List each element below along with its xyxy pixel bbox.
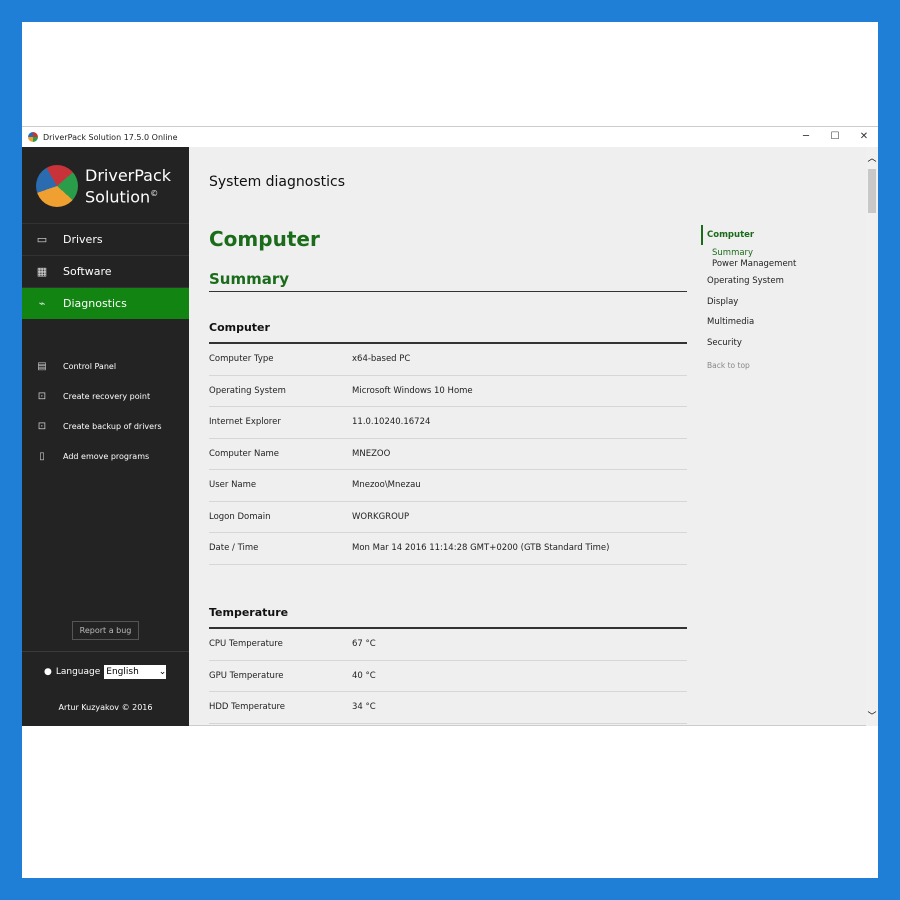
toc-display[interactable]: Display (707, 297, 738, 307)
scrollbar-thumb[interactable] (868, 169, 876, 213)
table-row: CPU Temperature 67 °C (209, 629, 687, 661)
row-value: Microsoft Windows 10 Home (352, 385, 473, 396)
grid-icon: ▦ (36, 265, 48, 278)
report-bug-button[interactable]: Report a bug (72, 621, 139, 640)
subsection-heading: Summary (209, 270, 687, 292)
toc-back-to-top[interactable]: Back to top (707, 361, 750, 370)
copyright: Artur Kuzyakov © 2016 (58, 703, 153, 712)
table-row: User Name Mnezoo\Mnezau (209, 470, 687, 502)
toc-computer[interactable]: Computer (707, 230, 754, 240)
language-row: ● Language English ⌄ (44, 665, 167, 679)
row-value: 40 °C (352, 670, 376, 681)
row-value: Mon Mar 14 2016 11:14:28 GMT+0200 (GTB S… (352, 543, 610, 554)
tool-label: Control Panel (63, 361, 117, 371)
nav-software[interactable]: ▦ Software (22, 255, 189, 287)
table-row: Computer Type x64-based PC (209, 344, 687, 376)
backup-icon: ⊡ (37, 420, 47, 432)
row-label: CPU Temperature (209, 639, 283, 650)
globe-icon: ● (44, 667, 52, 677)
table-row: Operating System Microsoft Windows 10 Hom… (209, 376, 687, 407)
language-label: Language (55, 667, 101, 677)
scroll-down-icon[interactable]: ﹀ (866, 709, 878, 722)
tool-control-panel[interactable]: ▤ Control Panel (22, 356, 189, 376)
tool-recovery-point[interactable]: ⊡ Create recovery point (22, 386, 189, 406)
row-value: 34 °C (352, 702, 376, 713)
window-title: DriverPack Solution 17.5.0 Online (43, 132, 178, 142)
sidebar: DriverPack Solution© ▭ Drivers ▦ Software ⌁… (22, 147, 189, 726)
table-row: Computer Name MNEZOO (209, 439, 687, 470)
clipboard-icon: ▯ (39, 450, 45, 462)
nav-label: Diagnostics (63, 297, 127, 310)
app-icon (28, 132, 38, 142)
row-label: Computer Name (209, 448, 280, 459)
table-row: GPU Temperature 40 °C (209, 661, 687, 692)
logo-text: DriverPack Solution© (85, 166, 172, 207)
row-value: MNEZOO (352, 448, 391, 459)
logo-icon (36, 165, 78, 207)
nav-drivers[interactable]: ▭ Drivers (22, 223, 189, 255)
row-label: User Name (209, 480, 257, 491)
nav-label: Drivers (63, 233, 103, 246)
row-value: 11.0.10240.16724 (352, 417, 431, 428)
language-select[interactable]: English ⌄ (104, 665, 167, 679)
row-label: Date / Time (209, 543, 259, 554)
toc-power-management[interactable]: Power Management (712, 259, 796, 269)
computer-table-title: Computer (209, 321, 687, 344)
row-value: WORKGROUP (352, 511, 410, 522)
row-value: x64-based PC (352, 354, 411, 365)
toc-multimedia[interactable]: Multimedia (707, 317, 754, 327)
title-bar: DriverPack Solution 17.5.0 Online ─ ☐ ✕ (22, 127, 878, 147)
pulse-icon: ⌁ (38, 297, 46, 310)
nav-label: Software (63, 265, 112, 278)
row-label: GPU Temperature (209, 670, 284, 681)
table-row: HDD Temperature 34 °C (209, 692, 687, 724)
row-label: Logon Domain (209, 511, 271, 522)
table-row: Internet Explorer 11.0.10240.16724 (209, 407, 687, 439)
temperature-table-title: Temperature (209, 606, 687, 629)
recovery-icon: ⊡ (37, 390, 47, 402)
toc-security[interactable]: Security (707, 338, 742, 348)
table-row: Logon Domain WORKGROUP (209, 502, 687, 533)
row-label: Computer Type (209, 354, 274, 365)
toc-operating-system[interactable]: Operating System (707, 276, 784, 286)
row-value: Mnezoo\Mnezau (352, 480, 421, 491)
table-row: Date / Time Mon Mar 14 2016 11:14:28 GMT+… (209, 533, 687, 565)
close-button[interactable]: ✕ (850, 127, 878, 147)
divider (22, 651, 189, 652)
laptop-icon: ▭ (36, 233, 48, 246)
tool-add-remove-programs[interactable]: ▯ Add emove programs (22, 446, 189, 466)
app-window: DriverPack Solution 17.5.0 Online ─ ☐ ✕ … (22, 126, 878, 726)
row-label: Operating System (209, 385, 286, 396)
scrollbar[interactable]: ︿ ﹀ (866, 147, 878, 726)
nav-diagnostics[interactable]: ⌁ Diagnostics (22, 287, 189, 319)
row-value: 67 °C (352, 639, 376, 650)
row-label: HDD Temperature (209, 702, 286, 713)
scroll-up-icon[interactable]: ︿ (866, 151, 878, 164)
row-label: Internet Explorer (209, 417, 281, 428)
toc-summary[interactable]: Summary (712, 248, 753, 258)
tool-backup-drivers[interactable]: ⊡ Create backup of drivers (22, 416, 189, 436)
minimize-button[interactable]: ─ (792, 127, 820, 147)
page-title: System diagnostics (209, 174, 346, 190)
tool-label: Create recovery point (63, 391, 151, 401)
maximize-button[interactable]: ☐ (821, 127, 849, 147)
section-heading: Computer (209, 227, 320, 251)
chevron-down-icon: ⌄ (158, 667, 167, 677)
tool-label: Add emove programs (63, 451, 150, 461)
control-panel-icon: ▤ (37, 360, 47, 372)
main-content: System diagnostics Computer Summary Comp… (189, 147, 866, 726)
tool-label: Create backup of drivers (63, 421, 162, 431)
